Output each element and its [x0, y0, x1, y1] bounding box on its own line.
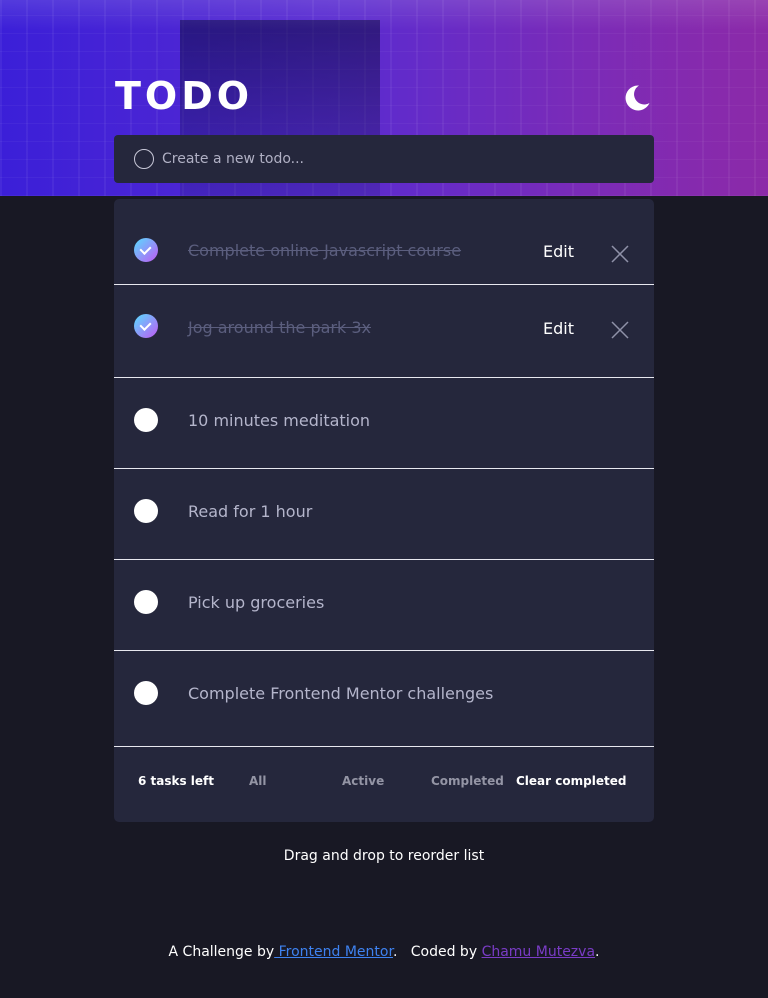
- attribution-middle: . Coded by: [392, 944, 482, 960]
- filter-all[interactable]: All: [249, 774, 267, 788]
- unchecked-checkbox[interactable]: [134, 590, 158, 614]
- delete-button[interactable]: [611, 245, 629, 263]
- new-todo-box: [114, 135, 654, 183]
- close-icon: [611, 321, 629, 339]
- list-footer: 6 tasks left All Active Completed Clear …: [114, 747, 654, 822]
- todo-item[interactable]: Complete Frontend Mentor challenges: [114, 651, 654, 747]
- unchecked-checkbox[interactable]: [134, 408, 158, 432]
- close-icon: [611, 245, 629, 263]
- filter-active[interactable]: Active: [342, 774, 384, 788]
- todo-item[interactable]: Pick up groceries: [114, 560, 654, 651]
- todo-text: Jog around the park 3x: [188, 318, 371, 337]
- checked-checkbox[interactable]: [134, 314, 158, 338]
- todo-item[interactable]: Read for 1 hour: [114, 469, 654, 560]
- new-todo-input[interactable]: [162, 147, 632, 171]
- todo-text: 10 minutes meditation: [188, 411, 371, 430]
- author-link[interactable]: Chamu Mutezva: [482, 944, 595, 960]
- checked-checkbox[interactable]: [134, 238, 158, 262]
- theme-toggle-button[interactable]: [622, 83, 652, 113]
- frontend-mentor-link[interactable]: Frontend Mentor: [274, 944, 393, 960]
- filter-completed[interactable]: Completed: [431, 774, 504, 788]
- new-todo-circle[interactable]: [134, 149, 154, 169]
- attribution: A Challenge by Frontend Mentor. Coded by…: [0, 944, 768, 960]
- app-title: TODO: [115, 74, 254, 118]
- todo-item[interactable]: Complete online Javascript course Edit: [114, 199, 654, 285]
- unchecked-checkbox[interactable]: [134, 681, 158, 705]
- edit-button[interactable]: Edit: [543, 319, 574, 338]
- delete-button[interactable]: [611, 321, 629, 339]
- attribution-prefix: A Challenge by: [168, 944, 275, 960]
- todo-list: Complete online Javascript course Edit J…: [114, 199, 654, 822]
- todo-item[interactable]: 10 minutes meditation: [114, 378, 654, 469]
- moon-icon: [625, 85, 650, 111]
- clear-completed-button[interactable]: Clear completed: [516, 774, 626, 788]
- todo-item[interactable]: Jog around the park 3x Edit: [114, 285, 654, 378]
- drag-hint: Drag and drop to reorder list: [283, 848, 485, 864]
- edit-button[interactable]: Edit: [543, 242, 574, 261]
- todo-text: Read for 1 hour: [188, 502, 313, 521]
- items-left-count: 6 tasks left: [138, 774, 215, 788]
- todo-text: Pick up groceries: [188, 593, 325, 612]
- unchecked-checkbox[interactable]: [134, 499, 158, 523]
- todo-text: Complete Frontend Mentor challenges: [188, 684, 494, 703]
- attribution-suffix: .: [595, 944, 600, 960]
- todo-text: Complete online Javascript course: [188, 241, 462, 260]
